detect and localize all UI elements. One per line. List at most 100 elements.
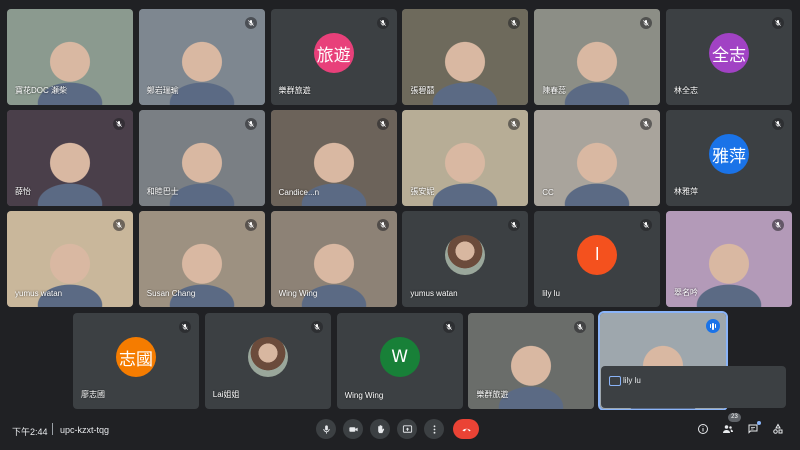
participant-name: lily lu [542, 289, 560, 298]
muted-indicator [376, 118, 389, 130]
mic-off-icon [775, 121, 781, 127]
participant-name: 張安妮 [410, 187, 435, 196]
participant-name: 林雅萍 [674, 187, 698, 196]
info-icon [698, 424, 708, 434]
muted-indicator [113, 219, 125, 231]
participant-tile[interactable]: 樂群旅遊 [468, 313, 595, 409]
mic-off-icon [116, 121, 122, 127]
mic-off-icon [247, 121, 254, 127]
microphone-button[interactable] [316, 419, 336, 439]
end-call-icon [461, 428, 471, 431]
muted-indicator [376, 219, 389, 231]
mic-off-icon [775, 222, 781, 228]
meeting-details-button[interactable] [696, 422, 710, 436]
participant-name: 鄭岩瑞瑜 [146, 86, 179, 95]
microphone-icon [322, 424, 330, 434]
participant-tile[interactable]: yumus watan [7, 211, 133, 307]
muted-indicator [772, 17, 784, 29]
participant-name: yumus watan [410, 289, 458, 298]
mic-off-icon [643, 222, 650, 228]
participant-name: 翠名吟 [674, 288, 698, 297]
participant-avatar: l [577, 235, 618, 276]
camera-button[interactable] [343, 419, 363, 439]
participant-avatar: 旅遊 [313, 33, 354, 74]
participant-tile[interactable]: W Wing Wing [336, 313, 463, 409]
participant-name: 和睦巴士 [146, 187, 179, 196]
muted-indicator [772, 118, 784, 130]
participant-avatar: 全志 [709, 33, 749, 74]
meeting-time: 下午2:44 [12, 427, 48, 437]
participant-name: Wing Wing [278, 289, 318, 298]
participant-tile[interactable]: 張安妮 [402, 110, 529, 206]
participant-avatar: W [379, 337, 420, 378]
participant-name: 廖志國 [81, 390, 105, 399]
participant-name: 樂群旅遊 [278, 86, 311, 95]
participant-tile[interactable]: Candice...n [270, 110, 397, 206]
chat-preview-name: lily lu [623, 376, 641, 385]
participant-name: Wing Wing [344, 391, 384, 400]
chat-preview[interactable]: lily lu [601, 366, 786, 408]
muted-indicator [508, 219, 521, 231]
meeting-code: upc-kzxt-tqg [60, 425, 110, 435]
mic-off-icon [182, 324, 188, 330]
participant-name: 林全志 [674, 86, 698, 95]
participant-profile-photo [445, 235, 486, 276]
chat-unread-dot [757, 421, 761, 425]
mic-off-icon [247, 20, 254, 26]
raise-hand-button[interactable] [370, 419, 390, 439]
participant-tile[interactable]: 張碧囍 [402, 9, 529, 105]
muted-indicator [442, 321, 455, 333]
participant-name: 寶花DOC 瀬柴 [15, 86, 67, 95]
participant-tile[interactable]: Lai姐姐 [204, 313, 331, 409]
muted-indicator [772, 219, 784, 231]
participant-tile[interactable]: yumus watan [402, 211, 529, 307]
activities-button[interactable] [771, 422, 785, 436]
participant-tile[interactable]: 志國廖志國 [73, 313, 199, 409]
participant-name: 陳春蕊 [542, 86, 567, 95]
participant-name: 樂群旅遊 [476, 390, 509, 399]
participant-tile[interactable]: 寶花DOC 瀬柴 [7, 9, 133, 105]
raise-hand-icon [377, 424, 384, 433]
more-options-icon [433, 424, 435, 434]
mic-off-icon [116, 222, 122, 228]
camera-icon [348, 426, 358, 432]
participant-tile[interactable]: 和睦巴士 [138, 110, 265, 206]
muted-indicator [244, 219, 257, 231]
mic-off-icon [511, 222, 518, 228]
mic-off-icon [313, 324, 320, 330]
participant-name: Lai姐姐 [212, 390, 240, 399]
participant-tile[interactable]: 旅遊樂群旅遊 [270, 9, 397, 105]
mic-off-icon [577, 324, 584, 330]
people-button[interactable] [721, 422, 735, 436]
participant-tile[interactable]: 雅萍林雅萍 [666, 110, 792, 206]
mic-off-icon [775, 20, 781, 26]
mic-off-icon [643, 20, 650, 26]
chat-bubble-icon [609, 376, 621, 386]
participant-name: CC [542, 188, 554, 197]
participant-tile[interactable]: 全志林全志 [666, 9, 792, 105]
present-screen-icon [402, 424, 412, 433]
divider [52, 423, 53, 435]
participant-tile[interactable]: l lily lu [534, 211, 661, 307]
participant-tile[interactable]: 薛怡 [7, 110, 133, 206]
present-button[interactable] [397, 419, 417, 439]
participant-tile[interactable]: CC [534, 110, 661, 206]
participant-tile[interactable]: 翠名吟 [666, 211, 792, 307]
activities-icon [773, 423, 783, 434]
muted-indicator [179, 321, 191, 333]
participant-name: 張碧囍 [410, 86, 435, 95]
participant-tile[interactable]: 鄭岩瑞瑜 [138, 9, 265, 105]
video-grid: 寶花DOC 瀬柴 鄭岩瑞瑜 旅遊 樂群旅遊 張碧囍 陳春蕊 全志 林全志 薛怡 和睦巴士 Candi… [0, 0, 800, 411]
participant-avatar: 雅萍 [709, 134, 749, 175]
participant-avatar: 志國 [116, 337, 156, 378]
end-call-button[interactable] [453, 419, 479, 439]
muted-indicator [244, 118, 257, 130]
participant-tile[interactable]: 陳春蕊 [534, 9, 661, 105]
muted-indicator [113, 118, 125, 130]
participant-tile[interactable]: Wing Wing [270, 211, 397, 307]
mic-off-icon [379, 20, 386, 26]
more-options-button[interactable] [424, 419, 444, 439]
participant-name: 薛怡 [15, 187, 31, 196]
participant-tile[interactable]: Susan Chang [138, 211, 265, 307]
mic-off-icon [445, 324, 452, 330]
